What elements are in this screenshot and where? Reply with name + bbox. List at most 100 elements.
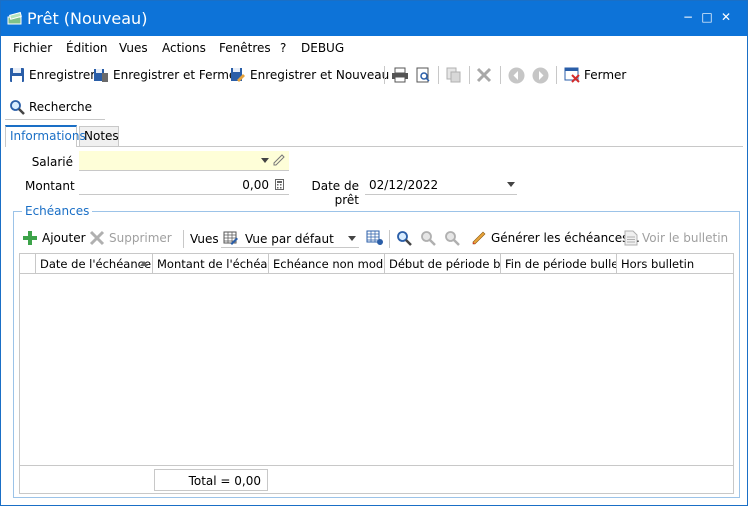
grid-settings-icon (366, 230, 383, 245)
loan-date-picker[interactable]: 02/12/2022 (365, 175, 517, 195)
save-close-label: Enregistrer et Fermer (113, 68, 242, 82)
search-button[interactable]: Recherche (9, 97, 92, 117)
installments-table: Date de l'échéance Montant de l'échéance… (19, 253, 734, 494)
find-previous-icon (421, 231, 436, 246)
chevron-down-icon (348, 236, 356, 241)
minimize-button[interactable]: − (681, 10, 695, 24)
find-next-icon (445, 231, 460, 246)
toolbar-separator (469, 66, 470, 84)
generate-label: Générer les échéances... (491, 231, 640, 245)
search-divider (5, 119, 105, 120)
plus-icon (23, 231, 37, 245)
employee-combobox[interactable] (79, 151, 289, 171)
column-header-not-modified[interactable]: Echéance non modifi... (269, 254, 385, 273)
tab-informations[interactable]: Informations (5, 125, 86, 147)
view-bulletin-button[interactable]: Voir le bulletin (624, 228, 728, 248)
menu-fichier[interactable]: Fichier (13, 41, 52, 55)
next-button[interactable] (532, 65, 553, 85)
save-new-button[interactable]: Enregistrer et Nouveau (230, 65, 389, 85)
main-toolbar: Enregistrer Enregistrer et Fermer Enregi… (1, 61, 747, 89)
save-new-icon (231, 68, 245, 82)
search-icon (10, 100, 25, 115)
search-label: Recherche (29, 100, 93, 114)
tab-strip: Informations Notes (5, 125, 743, 147)
generate-installments-button[interactable]: Générer les échéances... (471, 228, 640, 248)
column-header-off-bulletin[interactable]: Hors bulletin (617, 254, 733, 273)
table-body[interactable] (20, 274, 733, 465)
print-preview-button[interactable] (415, 65, 435, 85)
amount-label: Montant (25, 179, 75, 193)
column-header-period-start[interactable]: Début de période bul... (385, 254, 501, 273)
menu-vues[interactable]: Vues (119, 41, 148, 55)
informations-panel: Salarié Montant 0,00 Date de prêt 02/12/… (5, 146, 743, 501)
view-select[interactable]: Vue par défaut (221, 228, 359, 248)
save-button[interactable]: Enregistrer (9, 65, 95, 85)
print-button[interactable] (391, 65, 413, 85)
menu-actions[interactable]: Actions (162, 41, 206, 55)
save-new-label: Enregistrer et Nouveau (250, 68, 390, 82)
delete-x-icon (89, 230, 105, 246)
delete-button[interactable] (476, 65, 496, 85)
find-next-button[interactable] (444, 228, 464, 248)
copy-button[interactable] (445, 65, 465, 85)
print-preview-icon (416, 67, 430, 83)
close-button[interactable]: Fermer (564, 65, 626, 85)
table-header: Date de l'échéance Montant de l'échéance… (20, 254, 733, 274)
toolbar-separator (500, 66, 501, 84)
amount-input[interactable]: 0,00 (79, 175, 289, 195)
installments-group: Echéances Ajouter Supprimer Vues Vue par… (13, 204, 740, 498)
edit-pencil-icon[interactable] (273, 154, 285, 166)
copy-icon (446, 67, 461, 83)
total-amount: Total = 0,00 (154, 469, 268, 491)
column-header-due-date[interactable]: Date de l'échéance (36, 254, 153, 273)
pencil-icon (472, 231, 486, 245)
column-label: Date de l'échéance (40, 257, 152, 271)
menu-edition[interactable]: Édition (66, 41, 108, 55)
app-money-icon (7, 11, 22, 25)
menu-debug[interactable]: DEBUG (301, 41, 344, 55)
sort-ascending-icon (140, 261, 148, 266)
arrow-right-circle-icon (532, 67, 549, 83)
installments-title: Echéances (22, 204, 93, 218)
view-bulletin-label: Voir le bulletin (642, 231, 729, 245)
delete-label: Supprimer (109, 231, 172, 245)
menu-help[interactable]: ? (280, 41, 286, 55)
calculator-icon[interactable] (275, 179, 284, 190)
floppy-disk-icon (10, 68, 24, 82)
grid-settings-button[interactable] (366, 228, 388, 248)
document-icon (624, 230, 638, 246)
previous-button[interactable] (508, 65, 529, 85)
maximize-button[interactable]: □ (700, 10, 714, 24)
find-previous-button[interactable] (420, 228, 440, 248)
toolbar-separator (556, 66, 557, 84)
toolbar-separator (183, 230, 184, 248)
loan-date-value: 02/12/2022 (369, 178, 439, 192)
search-icon (397, 231, 412, 246)
save-close-button[interactable]: Enregistrer et Fermer (93, 65, 241, 85)
menu-fenetres[interactable]: Fenêtres (219, 41, 271, 55)
chevron-down-icon[interactable] (507, 182, 515, 187)
delete-installment-button[interactable]: Supprimer (89, 228, 172, 248)
add-label: Ajouter (42, 231, 86, 245)
title-bar: Prêt (Nouveau) − □ ✕ (1, 1, 747, 36)
installments-toolbar: Ajouter Supprimer Vues Vue par défaut Gé… (14, 226, 739, 250)
menu-bar: Fichier Édition Vues Actions Fenêtres ? … (1, 37, 747, 59)
save-label: Enregistrer (29, 68, 96, 82)
add-button[interactable]: Ajouter (22, 228, 86, 248)
find-button[interactable] (396, 228, 416, 248)
grid-view-icon (223, 231, 238, 245)
arrow-left-circle-icon (508, 67, 525, 83)
row-indicator-header (20, 254, 36, 273)
chevron-down-icon[interactable] (261, 158, 269, 163)
loan-date-label: Date de prêt (311, 179, 360, 207)
search-bar: Recherche (1, 94, 747, 120)
column-header-amount[interactable]: Montant de l'échéance (153, 254, 269, 273)
toolbar-separator (438, 66, 439, 84)
loan-window: Prêt (Nouveau) − □ ✕ Fichier Édition Vue… (0, 0, 748, 506)
printer-icon (392, 67, 408, 83)
column-header-period-end[interactable]: Fin de période bulletin (501, 254, 617, 273)
save-close-icon (94, 69, 108, 82)
window-title: Prêt (Nouveau) (27, 9, 148, 28)
close-window-button[interactable]: ✕ (719, 10, 733, 24)
toolbar-separator (389, 230, 390, 248)
